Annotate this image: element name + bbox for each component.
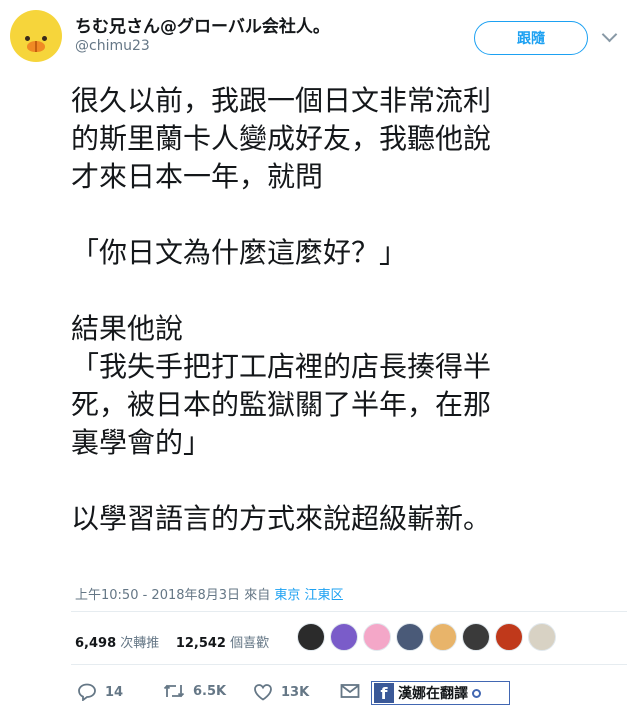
follow-button[interactable]: 跟隨 xyxy=(474,21,588,55)
avatar-eye-left xyxy=(25,36,30,41)
liker-avatar[interactable] xyxy=(429,623,457,651)
liker-avatars xyxy=(297,623,561,657)
tweet-timestamp[interactable]: 上午10:50 - 2018年8月3日 xyxy=(75,588,240,603)
watermark: f 漢娜在翻譯 xyxy=(371,681,510,705)
retweets-label[interactable]: 次轉推 xyxy=(120,636,159,651)
search-icon xyxy=(472,688,481,698)
tweet-stats: 6,498 次轉推 12,542 個喜歡 xyxy=(75,632,269,651)
likes-count[interactable]: 12,542 xyxy=(176,636,226,651)
divider xyxy=(71,664,627,665)
retweet-icon xyxy=(163,684,185,698)
location-link[interactable]: 東京 江東区 xyxy=(274,588,343,603)
watermark-text: 漢娜在翻譯 xyxy=(398,686,468,702)
tweet-text: 很久以前，我跟一個日文非常流利 的斯里蘭卡人變成好友，我聽他說 才來日本一年，就… xyxy=(71,84,492,535)
liker-avatar[interactable] xyxy=(363,623,391,651)
retweet-count: 6.5K xyxy=(193,683,227,699)
tweet-actions: 14 6.5K 13K xyxy=(0,675,641,711)
author-name[interactable]: ちむ兄さん@グローバル会社人。 xyxy=(75,12,330,37)
divider xyxy=(71,611,627,612)
tweet-header: ちむ兄さん@グローバル会社人。 @chimu23 跟隨 xyxy=(0,0,641,80)
from-label: 來自 xyxy=(244,588,271,603)
liker-avatar[interactable] xyxy=(462,623,490,651)
liker-avatar[interactable] xyxy=(297,623,325,651)
heart-icon xyxy=(254,684,272,701)
reply-count: 14 xyxy=(105,684,124,700)
avatar-eye-right xyxy=(42,36,47,41)
envelope-icon xyxy=(340,684,360,698)
avatar-beak xyxy=(27,41,45,52)
retweets-count[interactable]: 6,498 xyxy=(75,636,116,651)
retweet-button[interactable]: 6.5K xyxy=(163,683,226,699)
like-count: 13K xyxy=(281,684,310,700)
liker-avatar[interactable] xyxy=(396,623,424,651)
like-button[interactable]: 13K xyxy=(253,683,309,701)
reply-icon xyxy=(78,683,96,701)
likes-label[interactable]: 個喜歡 xyxy=(230,636,269,651)
liker-avatar[interactable] xyxy=(495,623,523,651)
tweet-meta: 上午10:50 - 2018年8月3日 來自 東京 江東区 xyxy=(75,584,343,603)
liker-avatar[interactable] xyxy=(330,623,358,651)
chevron-down-icon[interactable] xyxy=(601,26,618,43)
reply-button[interactable]: 14 xyxy=(77,683,123,701)
facebook-icon: f xyxy=(374,683,394,703)
avatar[interactable] xyxy=(10,10,62,62)
liker-avatar[interactable] xyxy=(528,623,556,651)
author-handle[interactable]: @chimu23 xyxy=(75,38,150,54)
message-button[interactable] xyxy=(340,683,368,699)
